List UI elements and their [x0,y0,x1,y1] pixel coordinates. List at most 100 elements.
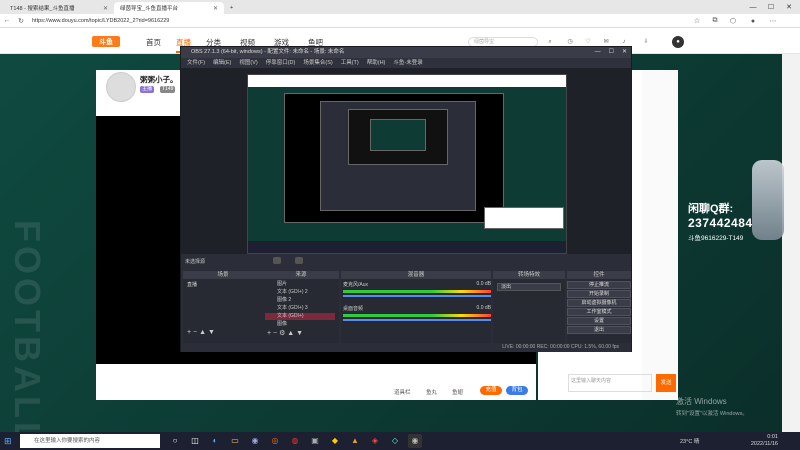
mixer-channel-db: 0.0 dB [476,305,491,311]
page-scrollbar[interactable] [782,54,800,432]
dock-controls-header: 控件 [567,271,631,279]
app-icon[interactable]: ◇ [388,434,402,448]
anchor-avatar[interactable] [106,72,136,102]
dock-transitions-header: 转场特效 [493,271,565,279]
system-clock[interactable]: 0:01 2022/11/16 [751,434,778,448]
nested-taskbar [248,241,566,253]
menu-file[interactable]: 文件(F) [187,58,205,68]
backpack-button[interactable]: 背包 [506,386,528,395]
app-icon[interactable]: ▲ [348,434,362,448]
obs-source-toolbar: 未选择源 [181,255,631,266]
no-source-label: 未选择源 [185,259,206,265]
dock-scenes-header: 场景 [183,271,263,279]
task-view-icon[interactable]: ○ [168,434,182,448]
close-icon[interactable]: ✕ [103,5,108,12]
windows-start-icon[interactable]: ⊞ [4,435,16,447]
obs-preview-canvas[interactable] [247,74,567,254]
anchor-badge: 主播 [140,86,155,93]
recharge-button[interactable]: 充值 [480,386,502,395]
obs-close-button[interactable]: ✕ [622,47,627,58]
more-icon[interactable]: ⋯ [766,14,780,28]
address-bar: ← ↻ https://www.douyu.com/topic/LYDB2022… [0,14,800,28]
add-source-icon[interactable]: + − ⚙ ▲ ▼ [267,329,303,337]
refresh-icon[interactable]: ↻ [14,14,28,28]
nested-browser-header [248,75,566,87]
volume-meter [343,290,491,293]
chat-input[interactable]: 这里输入聊天内容 [568,374,652,392]
music-app-icon[interactable]: ◍ [288,434,302,448]
virtual-camera-button[interactable]: 启动虚拟摄像机 [567,299,631,307]
back-icon[interactable]: ← [0,14,14,28]
profile-icon[interactable]: ● [746,14,760,28]
source-item[interactable]: 文本 (GDI+) 3 [265,305,335,312]
menu-help[interactable]: 帮助(H) [367,58,386,68]
obs-maximize-button[interactable]: ☐ [609,47,614,58]
widgets-icon[interactable]: ◫ [188,434,202,448]
obs-menubar: 文件(F) 编辑(E) 视图(V) 停靠窗口(D) 场景集合(S) 工具(T) … [181,58,631,68]
game-launcher-icon[interactable]: ◆ [328,434,342,448]
scene-item[interactable]: 直播 [183,279,263,290]
douyu-logo[interactable]: 斗鱼 [92,36,120,47]
menu-view[interactable]: 视图(V) [239,58,257,68]
filters-icon[interactable] [295,257,303,264]
tab-label: 绿茵导宝_斗鱼直播平台 [120,6,179,12]
source-item[interactable]: 图片 [265,281,335,288]
fish-fin-label: 鱼翅 [452,390,464,396]
gift-bar: 道具栏 鱼丸 鱼翅 充值 背包 [96,364,536,400]
fish-ball-label: 鱼丸 [426,390,438,396]
volume-slider[interactable] [343,319,491,321]
stop-streaming-button[interactable]: 停止推流 [567,281,631,289]
user-avatar[interactable]: ● [672,36,684,48]
maximize-button[interactable]: ☐ [762,0,780,14]
minimize-button[interactable]: — [744,0,762,14]
url-field[interactable]: https://www.douyu.com/topic/LYDB2022_2?r… [32,18,169,24]
mixer-channel-name: 桌面音频 [343,306,364,312]
source-item[interactable]: 图像 [265,321,335,328]
tab-search-results[interactable]: T148 - 搜索结果_斗鱼直播 ✕ [4,2,114,14]
menu-docks[interactable]: 停靠窗口(D) [266,58,296,68]
watermark-line1: 激活 Windows [676,397,727,406]
volume-slider[interactable] [343,295,491,297]
exit-button[interactable]: 退出 [567,326,631,334]
source-item[interactable]: 文本 (GDI+) 2 [265,289,335,296]
taskbar-search-input[interactable]: 在这里输入你要搜索的内容 [20,434,160,448]
obs-titlebar[interactable]: OBS 27.1.3 (64-bit, windows) - 配置文件: 未命名… [181,47,631,58]
source-item-selected[interactable]: 文本 (GDI+) [265,313,335,320]
start-recording-button[interactable]: 开始录制 [567,290,631,298]
file-explorer-icon[interactable]: ▭ [228,434,242,448]
source-item[interactable]: 图像 2 [265,297,335,304]
chat-side-strip [642,70,678,400]
douyu-app-icon[interactable]: ◎ [268,434,282,448]
close-window-button[interactable]: ✕ [780,0,798,14]
app-icon[interactable]: ◈ [368,434,382,448]
app-icon[interactable]: ▣ [308,434,322,448]
edge-browser-icon[interactable]: ◐ [208,434,222,448]
transition-select[interactable]: 淡出 [497,283,561,291]
clock-time: 0:01 [767,434,778,440]
obs-minimize-button[interactable]: — [595,47,601,58]
properties-gear-icon[interactable] [273,257,281,264]
dock-sources-header: 来源 [263,271,339,279]
tab-douyu-stream[interactable]: 绿茵导宝_斗鱼直播平台 ✕ [114,2,224,14]
mixer-channel-name: 麦克风/Aux [343,282,369,288]
download-icon[interactable]: ⇩ [640,36,652,48]
menu-edit[interactable]: 编辑(E) [213,58,231,68]
weather-widget[interactable]: 23°C 晴 [680,437,699,445]
extensions-icon[interactable]: ⬡ [726,14,740,28]
add-scene-icon[interactable]: + − ▲ ▼ [187,329,215,336]
nav-home[interactable]: 首页 [146,37,161,48]
menu-scene-collection[interactable]: 场景集合(S) [303,58,332,68]
new-tab-button[interactable]: + [224,2,239,14]
menu-tools[interactable]: 工具(T) [341,58,359,68]
collections-icon[interactable]: ⧉ [708,14,722,28]
send-button[interactable]: 发送 [656,374,676,392]
obs-window[interactable]: OBS 27.1.3 (64-bit, windows) - 配置文件: 未命名… [180,46,632,352]
settings-button[interactable]: 设置 [567,317,631,325]
studio-mode-button[interactable]: 工作室模式 [567,308,631,316]
steam-icon[interactable]: ◉ [248,434,262,448]
anchor-name: 粥粥小子。 [140,75,178,84]
menu-douyu-login[interactable]: 斗鱼-未登录 [393,58,422,68]
favorite-icon[interactable]: ☆ [690,14,704,28]
obs-taskbar-icon[interactable]: ◉ [408,434,422,448]
close-icon[interactable]: ✕ [213,5,218,12]
